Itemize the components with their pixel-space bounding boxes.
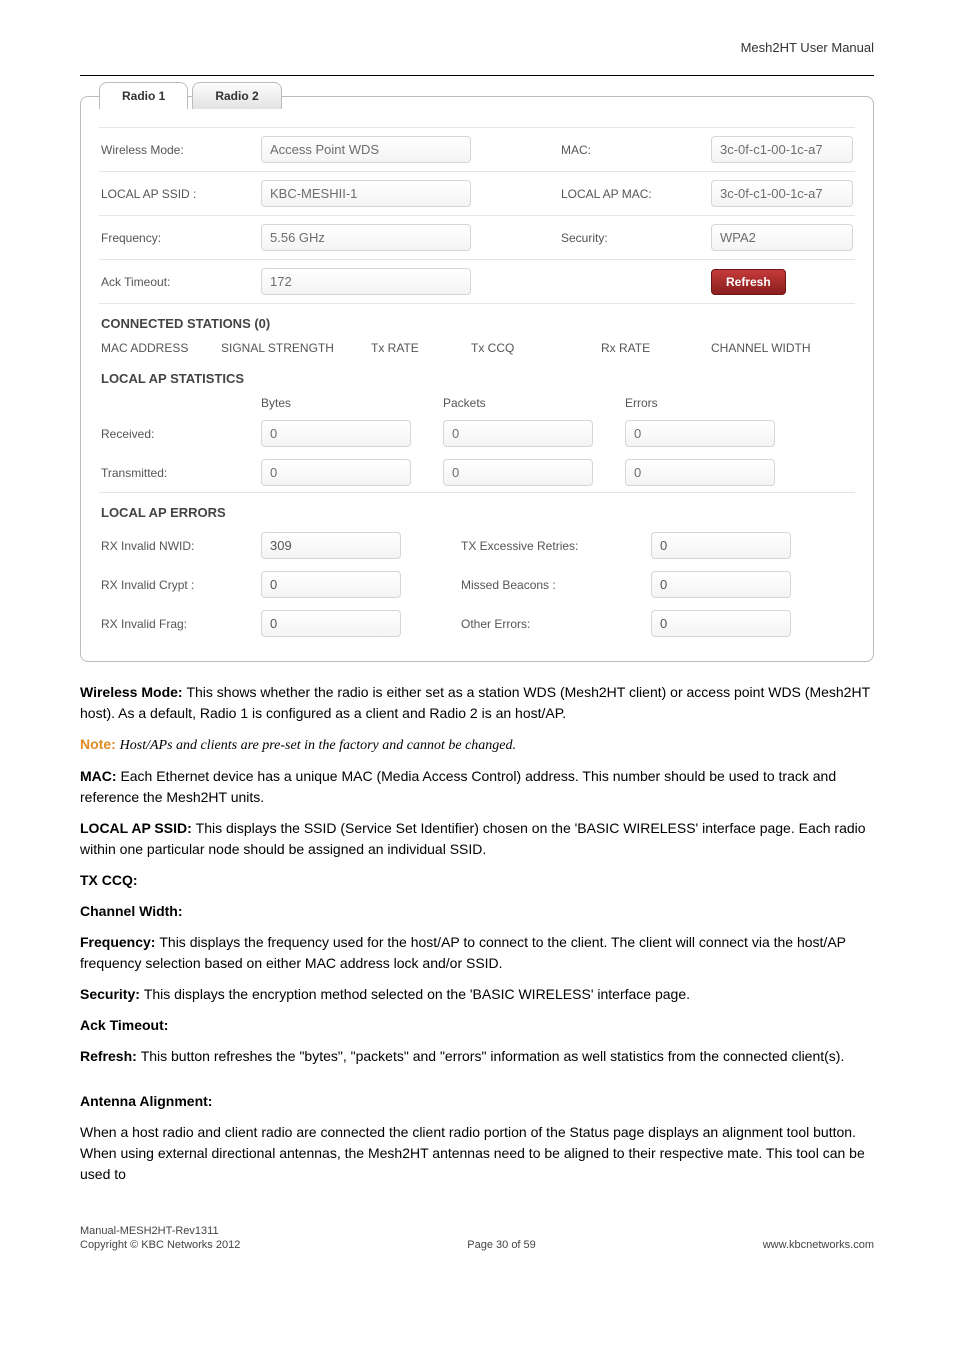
rx-invalid-nwid-value [261, 532, 401, 559]
missed-beacons-value [651, 571, 791, 598]
wireless-mode-value [261, 136, 471, 163]
doc-sec-label: Security: [80, 986, 144, 1002]
hdr-packets: Packets [443, 396, 613, 410]
doc-note-label: Note: [80, 736, 120, 752]
received-label: Received: [101, 427, 261, 441]
tab-radio-2[interactable]: Radio 2 [192, 82, 281, 109]
hdr-errors: Errors [625, 396, 795, 410]
doc-ref-text: This button refreshes the "bytes", "pack… [141, 1048, 845, 1064]
row-err-1: RX Invalid NWID: TX Excessive Retries: [99, 526, 855, 565]
security-value [711, 224, 853, 251]
transmitted-errors [625, 459, 775, 486]
rx-invalid-crypt-label: RX Invalid Crypt : [101, 578, 261, 592]
tab-radio-1[interactable]: Radio 1 [99, 82, 188, 109]
local-ap-ssid-value [261, 180, 471, 207]
doc-wm-label: Wireless Mode: [80, 684, 186, 700]
row-err-3: RX Invalid Frag: Other Errors: [99, 604, 855, 643]
top-divider [80, 75, 874, 76]
hdr-channel-width: CHANNEL WIDTH [711, 341, 853, 355]
status-panel: Radio 1 Radio 2 Wireless Mode: MAC: LOCA… [80, 96, 874, 662]
connected-stations-title: CONNECTED STATIONS (0) [99, 303, 855, 337]
rx-invalid-frag-value [261, 610, 401, 637]
transmitted-packets [443, 459, 593, 486]
doc-align-text: When a host radio and client radio are c… [80, 1122, 874, 1185]
footer-copyright: Copyright © KBC Networks 2012 [80, 1239, 240, 1251]
row-local-ap-ssid: LOCAL AP SSID : LOCAL AP MAC: [99, 171, 855, 215]
received-bytes [261, 420, 411, 447]
transmitted-bytes [261, 459, 411, 486]
doc-body: Wireless Mode: This shows whether the ra… [80, 682, 874, 1185]
footer-url: www.kbcnetworks.com [763, 1239, 874, 1251]
doc-ssid-text: This displays the SSID (Service Set Iden… [80, 820, 866, 857]
footer: Manual-MESH2HT-Rev1311 Copyright © KBC N… [80, 1225, 874, 1251]
mac-value [711, 136, 853, 163]
received-errors [625, 420, 775, 447]
doc-freq-text: This displays the frequency used for the… [80, 934, 846, 971]
rx-invalid-crypt-value [261, 571, 401, 598]
doc-ref-label: Refresh: [80, 1048, 141, 1064]
frequency-label: Frequency: [101, 231, 261, 245]
other-errors-label: Other Errors: [461, 617, 651, 631]
tx-excessive-label: TX Excessive Retries: [461, 539, 651, 553]
missed-beacons-label: Missed Beacons : [461, 578, 651, 592]
mac-label: MAC: [561, 143, 711, 157]
local-ap-mac-label: LOCAL AP MAC: [561, 187, 711, 201]
security-label: Security: [561, 231, 711, 245]
footer-line-1: Manual-MESH2HT-Rev1311 [80, 1225, 874, 1237]
row-err-2: RX Invalid Crypt : Missed Beacons : [99, 565, 855, 604]
rx-invalid-nwid-label: RX Invalid NWID: [101, 539, 261, 553]
received-packets [443, 420, 593, 447]
doc-mac-label: MAC: [80, 768, 120, 784]
tabs: Radio 1 Radio 2 [99, 82, 855, 109]
hdr-mac-address: MAC ADDRESS [101, 341, 221, 355]
doc-align-label: Antenna Alignment: [80, 1093, 212, 1109]
transmitted-label: Transmitted: [101, 466, 261, 480]
local-ap-errors-title: LOCAL AP ERRORS [99, 492, 855, 526]
ack-timeout-value [261, 268, 471, 295]
footer-page: Page 30 of 59 [467, 1239, 536, 1251]
wireless-mode-label: Wireless Mode: [101, 143, 261, 157]
doc-sec-text: This displays the encryption method sele… [144, 986, 690, 1002]
row-received: Received: [99, 414, 855, 453]
doc-freq-label: Frequency: [80, 934, 159, 950]
connected-stations-headers: MAC ADDRESS SIGNAL STRENGTH Tx RATE Tx C… [99, 337, 855, 359]
row-transmitted: Transmitted: [99, 453, 855, 492]
doc-note-text: Host/APs and clients are pre-set in the … [120, 738, 516, 753]
local-ap-statistics-title: LOCAL AP STATISTICS [99, 359, 855, 392]
doc-cw: Channel Width: [80, 901, 874, 922]
row-wireless-mode: Wireless Mode: MAC: [99, 127, 855, 171]
stats-headers: Bytes Packets Errors [99, 392, 855, 414]
hdr-tx-ccq: Tx CCQ [471, 341, 601, 355]
row-frequency: Frequency: Security: [99, 215, 855, 259]
doc-ccq: TX CCQ: [80, 870, 874, 891]
hdr-tx-rate: Tx RATE [371, 341, 471, 355]
row-ack-timeout: Ack Timeout: Refresh [99, 259, 855, 303]
refresh-button[interactable]: Refresh [711, 269, 786, 295]
local-ap-mac-value [711, 180, 853, 207]
hdr-bytes: Bytes [261, 396, 431, 410]
doc-wm-text: This shows whether the radio is either s… [80, 684, 870, 721]
page-header: Mesh2HT User Manual [80, 40, 874, 55]
tx-excessive-value [651, 532, 791, 559]
local-ap-ssid-label: LOCAL AP SSID : [101, 187, 261, 201]
hdr-rx-rate: Rx RATE [601, 341, 711, 355]
other-errors-value [651, 610, 791, 637]
rx-invalid-frag-label: RX Invalid Frag: [101, 617, 261, 631]
doc-ssid-label: LOCAL AP SSID: [80, 820, 196, 836]
frequency-value [261, 224, 471, 251]
doc-mac-text: Each Ethernet device has a unique MAC (M… [80, 768, 836, 805]
doc-ack: Ack Timeout: [80, 1015, 874, 1036]
hdr-signal-strength: SIGNAL STRENGTH [221, 341, 371, 355]
ack-timeout-label: Ack Timeout: [101, 275, 261, 289]
